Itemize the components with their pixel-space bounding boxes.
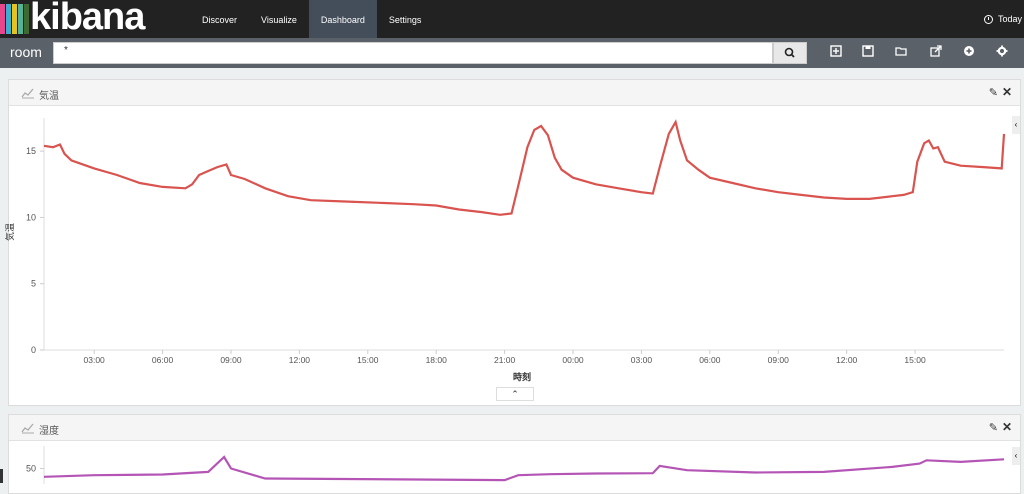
time-picker[interactable]: Today [983,0,1024,38]
logo-bar [12,4,17,34]
share-icon[interactable] [929,45,943,59]
line-chart-icon [21,88,34,99]
dashboard-title: room [10,44,42,60]
logo-bar [6,4,11,34]
line-chart-icon [21,423,34,434]
panel-humidity: 湿度 ✎ ✕ ‹ [8,414,1021,494]
kibana-logo[interactable]: kibana [0,0,190,38]
close-icon[interactable]: ✕ [1002,420,1012,434]
nav-visualize[interactable]: Visualize [249,0,309,38]
clock-icon [983,14,993,24]
top-navbar: kibana Discover Visualize Dashboard Sett… [0,0,1024,38]
collapse-chevron-up-icon[interactable]: ⌃ [496,387,534,401]
close-icon[interactable]: ✕ [1002,85,1012,99]
new-dashboard-icon[interactable] [829,45,843,59]
logo-text: kibana [30,0,145,38]
panel-title: 気温 [39,91,59,102]
logo-bar [0,4,5,34]
nav-discover[interactable]: Discover [190,0,249,38]
settings-icon[interactable] [995,45,1009,59]
logo-bar [18,4,23,34]
open-icon[interactable] [894,45,908,59]
pencil-icon[interactable]: ✎ [989,86,998,99]
panel-header: 湿度 ✎ ✕ [9,415,1020,441]
legend-toggle-icon[interactable]: ‹ [1012,447,1020,465]
pencil-icon[interactable]: ✎ [989,421,998,434]
add-visualization-icon[interactable] [962,45,976,59]
nav-settings[interactable]: Settings [377,0,434,38]
panel-header: 気温 ✎ ✕ [9,80,1020,106]
main-nav: Discover Visualize Dashboard Settings [190,0,433,38]
logo-bar [24,4,29,34]
panel-temperature: 気温 ✎ ✕ ‹ [8,79,1021,406]
cursor-marker [0,469,3,483]
search-button[interactable] [773,42,807,64]
nav-dashboard[interactable]: Dashboard [308,0,377,38]
search-icon [784,47,795,58]
query-input[interactable]: * [53,42,773,64]
save-icon[interactable] [861,45,875,59]
legend-toggle-icon[interactable]: ‹ [1012,116,1020,134]
panel-title: 湿度 [39,426,59,437]
time-picker-label: Today [997,14,1022,24]
